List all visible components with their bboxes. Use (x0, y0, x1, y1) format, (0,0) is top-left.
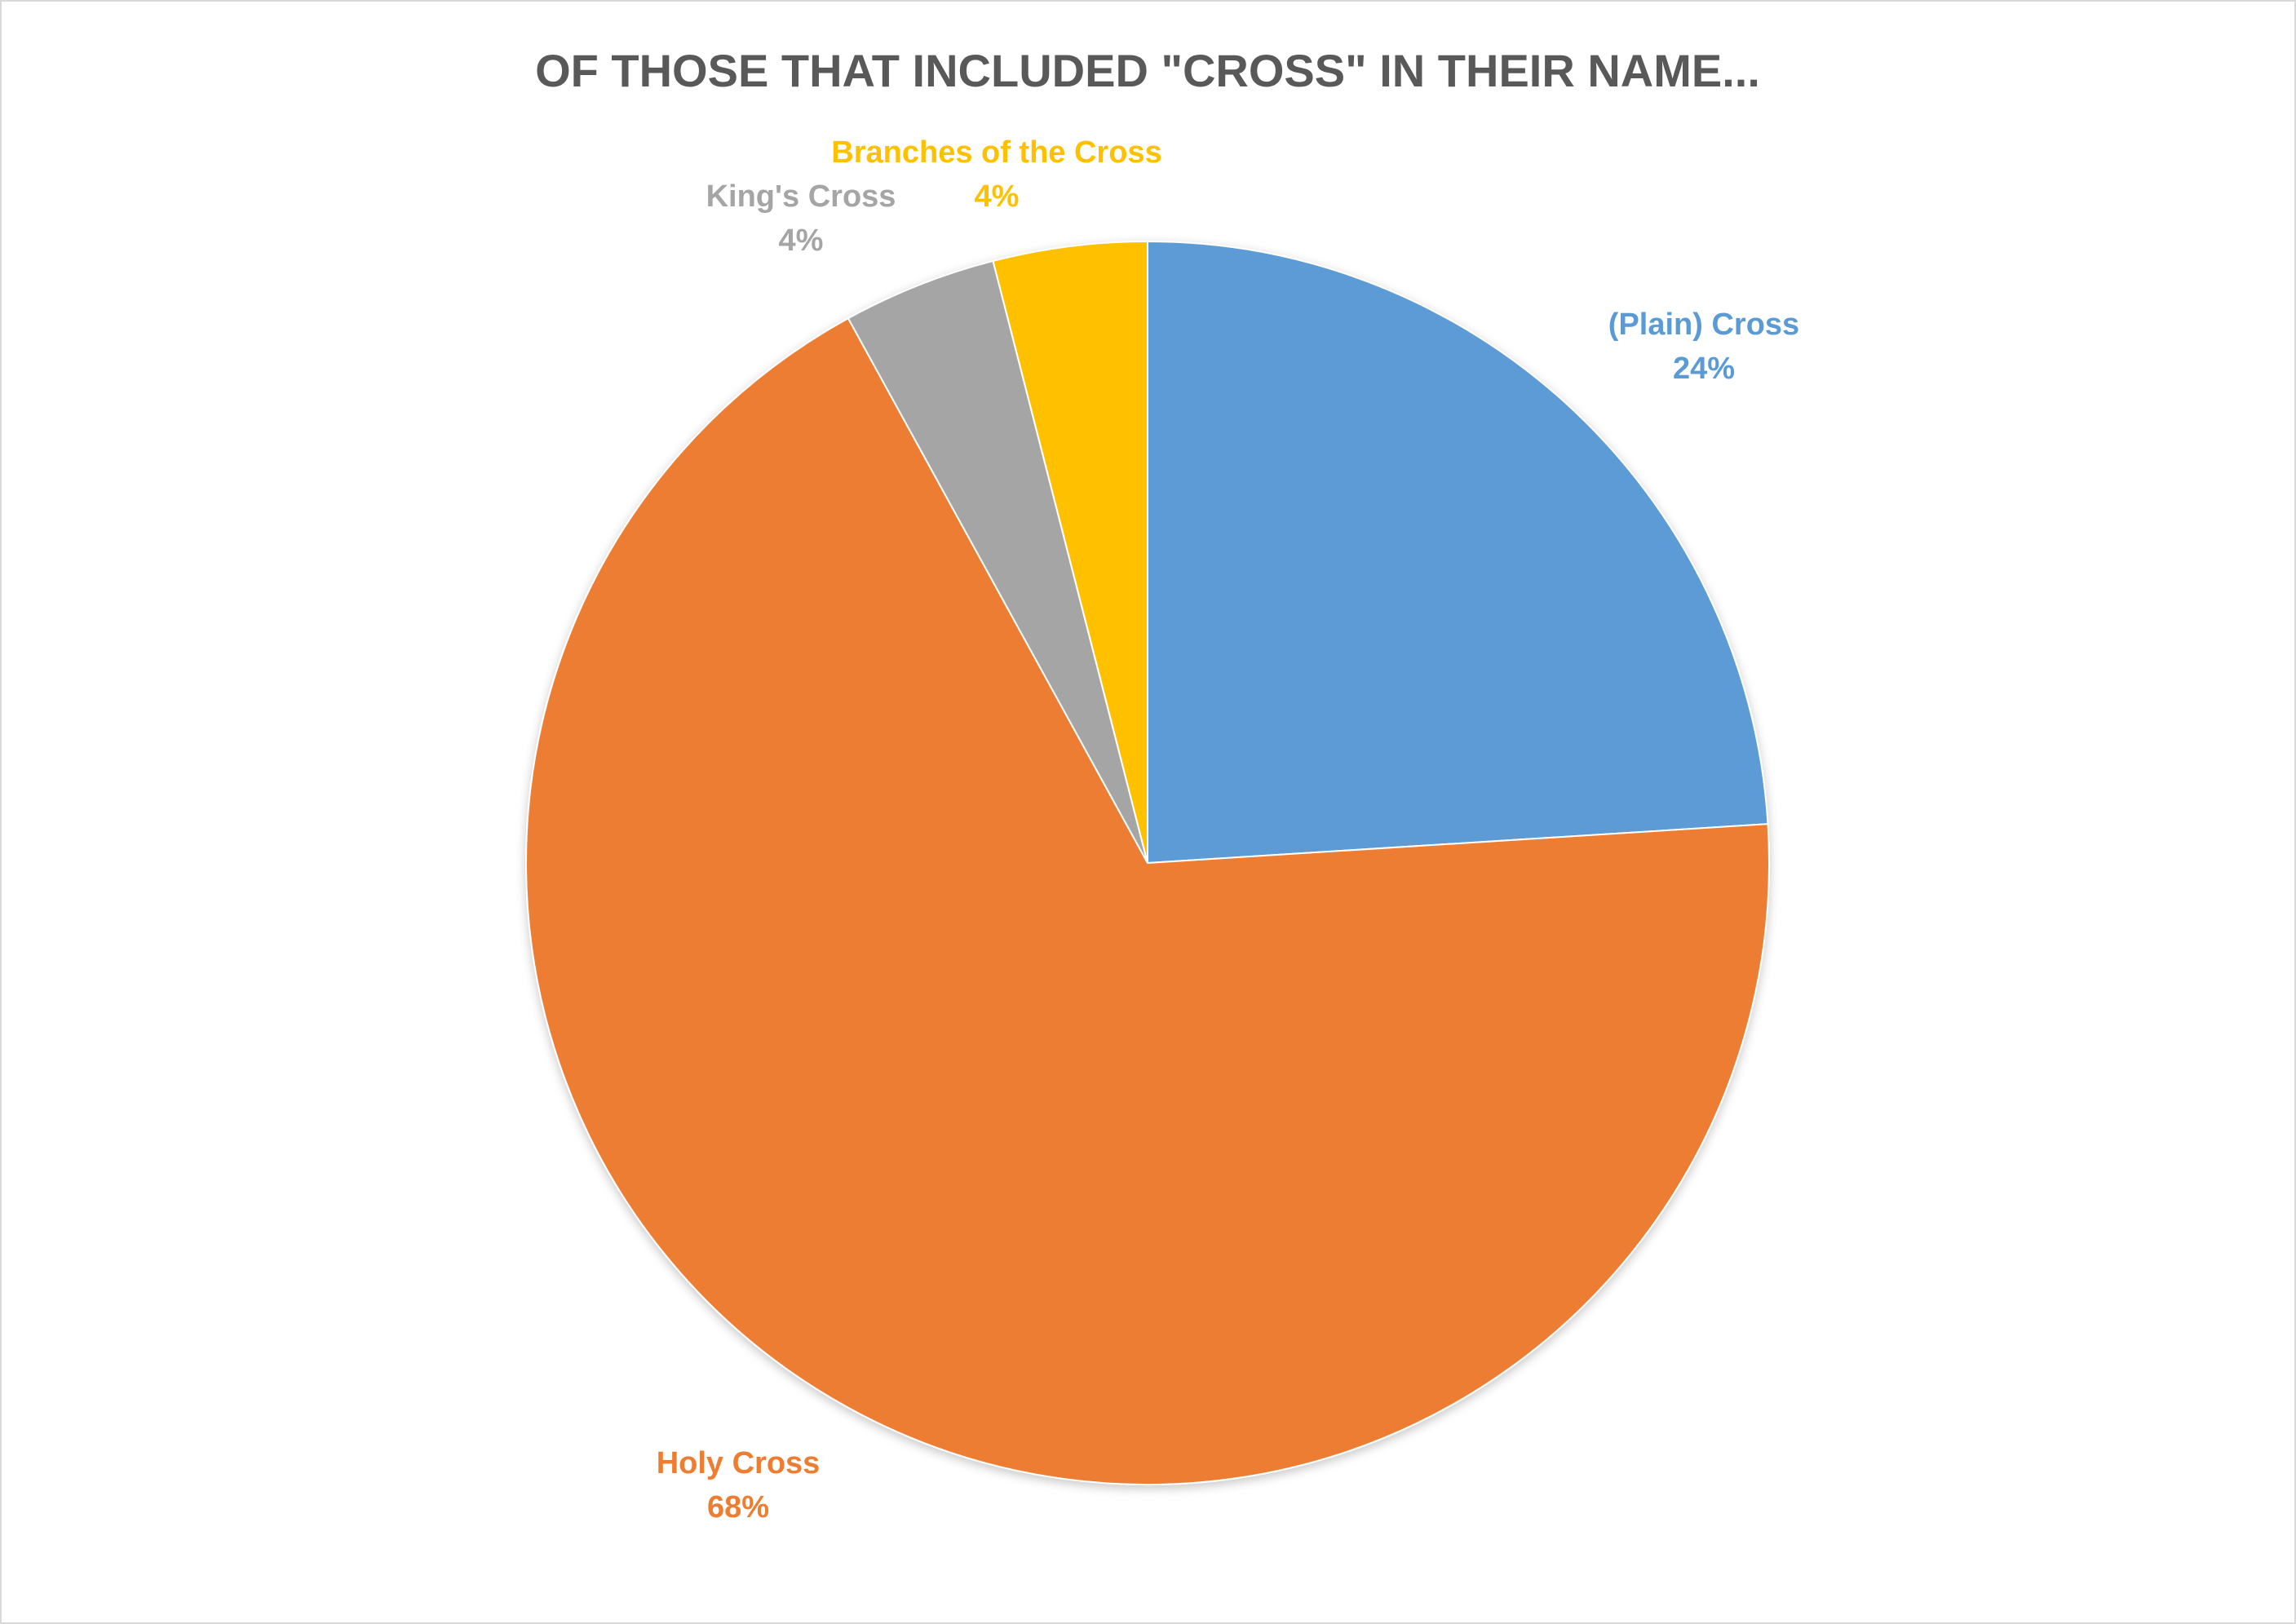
data-label-category: Branches of the Cross (831, 135, 1161, 170)
data-label-holy-cross: Holy Cross 68% (657, 1446, 821, 1524)
pie-slices (525, 240, 1771, 1485)
data-label-category: Holy Cross (657, 1446, 821, 1480)
data-label-percent: 68% (707, 1490, 769, 1524)
data-label-percent: 4% (779, 223, 824, 258)
data-label-percent: 24% (1673, 352, 1735, 386)
data-label-category: (Plain) Cross (1608, 308, 1799, 342)
pie-chart: OF THOSE THAT INCLUDED "CROSS" IN THEIR … (525, 45, 1799, 1524)
data-label-plain-cross: (Plain) Cross 24% (1608, 308, 1799, 386)
data-label-king-s-cross: King's Cross 4% (706, 179, 896, 258)
chart-title: OF THOSE THAT INCLUDED "CROSS" IN THEIR … (535, 45, 1760, 96)
data-label-category: King's Cross (706, 179, 896, 214)
data-label-percent: 4% (975, 179, 1020, 214)
